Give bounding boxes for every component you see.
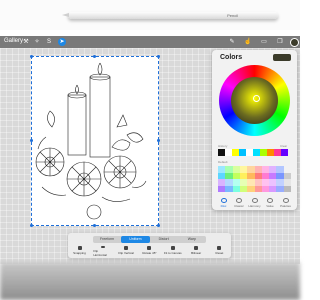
resize-handle-top-right[interactable] — [157, 55, 160, 58]
apple-pencil: Pencil — [62, 12, 278, 19]
eraser-icon[interactable]: ▭ — [260, 38, 268, 46]
pencil-tip — [62, 13, 69, 17]
tab-classic[interactable]: Classic — [232, 198, 247, 208]
reset-button[interactable]: Reset — [210, 246, 229, 257]
history-swatch[interactable] — [218, 149, 225, 156]
mode-distort[interactable]: Distort — [150, 236, 178, 243]
rotate-45-button[interactable]: Rotate 45° — [140, 246, 159, 257]
default-palette-label: Default — [218, 160, 228, 164]
reset-icon — [217, 246, 222, 250]
mode-uniform[interactable]: Uniform — [121, 236, 150, 243]
rotate-icon — [147, 246, 152, 250]
resize-handle-bottom-left[interactable] — [30, 224, 33, 227]
magnet-icon — [77, 246, 82, 250]
transform-arrow-icon[interactable]: ➤ — [58, 38, 66, 46]
history-swatch[interactable] — [281, 149, 288, 156]
history-swatch[interactable] — [267, 149, 274, 156]
resize-handle-right[interactable] — [157, 139, 160, 142]
saturation-brightness-disc[interactable] — [231, 77, 278, 124]
history-swatch[interactable] — [274, 149, 281, 156]
tab-palettes[interactable]: Palettes — [278, 198, 293, 208]
history-swatch[interactable] — [239, 149, 246, 156]
transform-actions: Snapping Flip Horizontal Flip Vertical R… — [70, 246, 229, 257]
interpolation-button[interactable]: Bilinear — [187, 246, 206, 257]
color-mode-tabs: Disc Classic Harmony Value Palettes — [216, 198, 293, 208]
pencil-brand-label: Pencil — [227, 13, 238, 18]
transform-toolbar: Freeform Uniform Distort Warp Snapping F… — [68, 233, 231, 258]
resize-handle-top[interactable] — [93, 55, 96, 58]
top-toolbar: Gallery ⚒ ✧ S ➤ ✎ ☝ ▭ ❐ — [0, 36, 300, 48]
fit-to-canvas-button[interactable]: Fit to Canvas — [163, 246, 182, 257]
mode-warp[interactable]: Warp — [178, 236, 206, 243]
default-palette-grid[interactable] — [218, 166, 291, 192]
flip-horizontal-icon — [100, 246, 105, 248]
history-swatch[interactable] — [246, 149, 253, 156]
fit-icon — [170, 246, 175, 250]
flip-horizontal-button[interactable]: Flip Horizontal — [93, 246, 112, 257]
current-color-swatch[interactable] — [273, 54, 291, 61]
transform-mode-selector: Freeform Uniform Distort Warp — [93, 236, 206, 243]
history-swatch[interactable] — [253, 149, 260, 156]
history-swatch[interactable] — [225, 149, 232, 156]
color-picker-dot[interactable] — [253, 95, 260, 102]
colors-panel: Colors History Clear Default Disc Classi… — [212, 50, 297, 210]
flip-vertical-button[interactable]: Flip Vertical — [117, 246, 136, 257]
color-history-row[interactable] — [218, 149, 288, 156]
color-swatch-button[interactable] — [290, 38, 299, 47]
resize-handle-top-left[interactable] — [30, 55, 33, 58]
snapping-button[interactable]: Snapping — [70, 246, 89, 257]
clear-history-button[interactable]: Clear — [280, 144, 287, 148]
colors-panel-title: Colors — [220, 54, 243, 61]
magic-wand-icon[interactable]: ✧ — [33, 38, 41, 46]
layers-icon[interactable]: ❐ — [276, 38, 284, 46]
history-swatch[interactable] — [260, 149, 267, 156]
smudge-icon[interactable]: ☝ — [244, 38, 252, 46]
tab-disc[interactable]: Disc — [216, 198, 231, 208]
history-swatch[interactable] — [232, 149, 239, 156]
selection-icon[interactable]: S — [45, 38, 53, 46]
color-disc[interactable] — [219, 65, 290, 136]
resize-handle-bottom-right[interactable] — [157, 224, 160, 227]
history-label: History — [218, 144, 228, 148]
brush-icon[interactable]: ✎ — [228, 38, 236, 46]
resize-handle-left[interactable] — [30, 139, 33, 142]
wrench-icon[interactable]: ⚒ — [22, 38, 30, 46]
candle-flower-illustration — [35, 62, 147, 220]
interpolation-icon — [194, 246, 199, 250]
flip-vertical-icon — [124, 246, 129, 250]
tab-value[interactable]: Value — [263, 198, 278, 208]
artwork-canvas[interactable] — [30, 55, 160, 227]
resize-handle-bottom[interactable] — [93, 224, 96, 227]
tab-harmony[interactable]: Harmony — [247, 198, 262, 208]
background-blur — [0, 262, 300, 300]
gallery-button[interactable]: Gallery — [4, 38, 23, 44]
mode-freeform[interactable]: Freeform — [93, 236, 121, 243]
